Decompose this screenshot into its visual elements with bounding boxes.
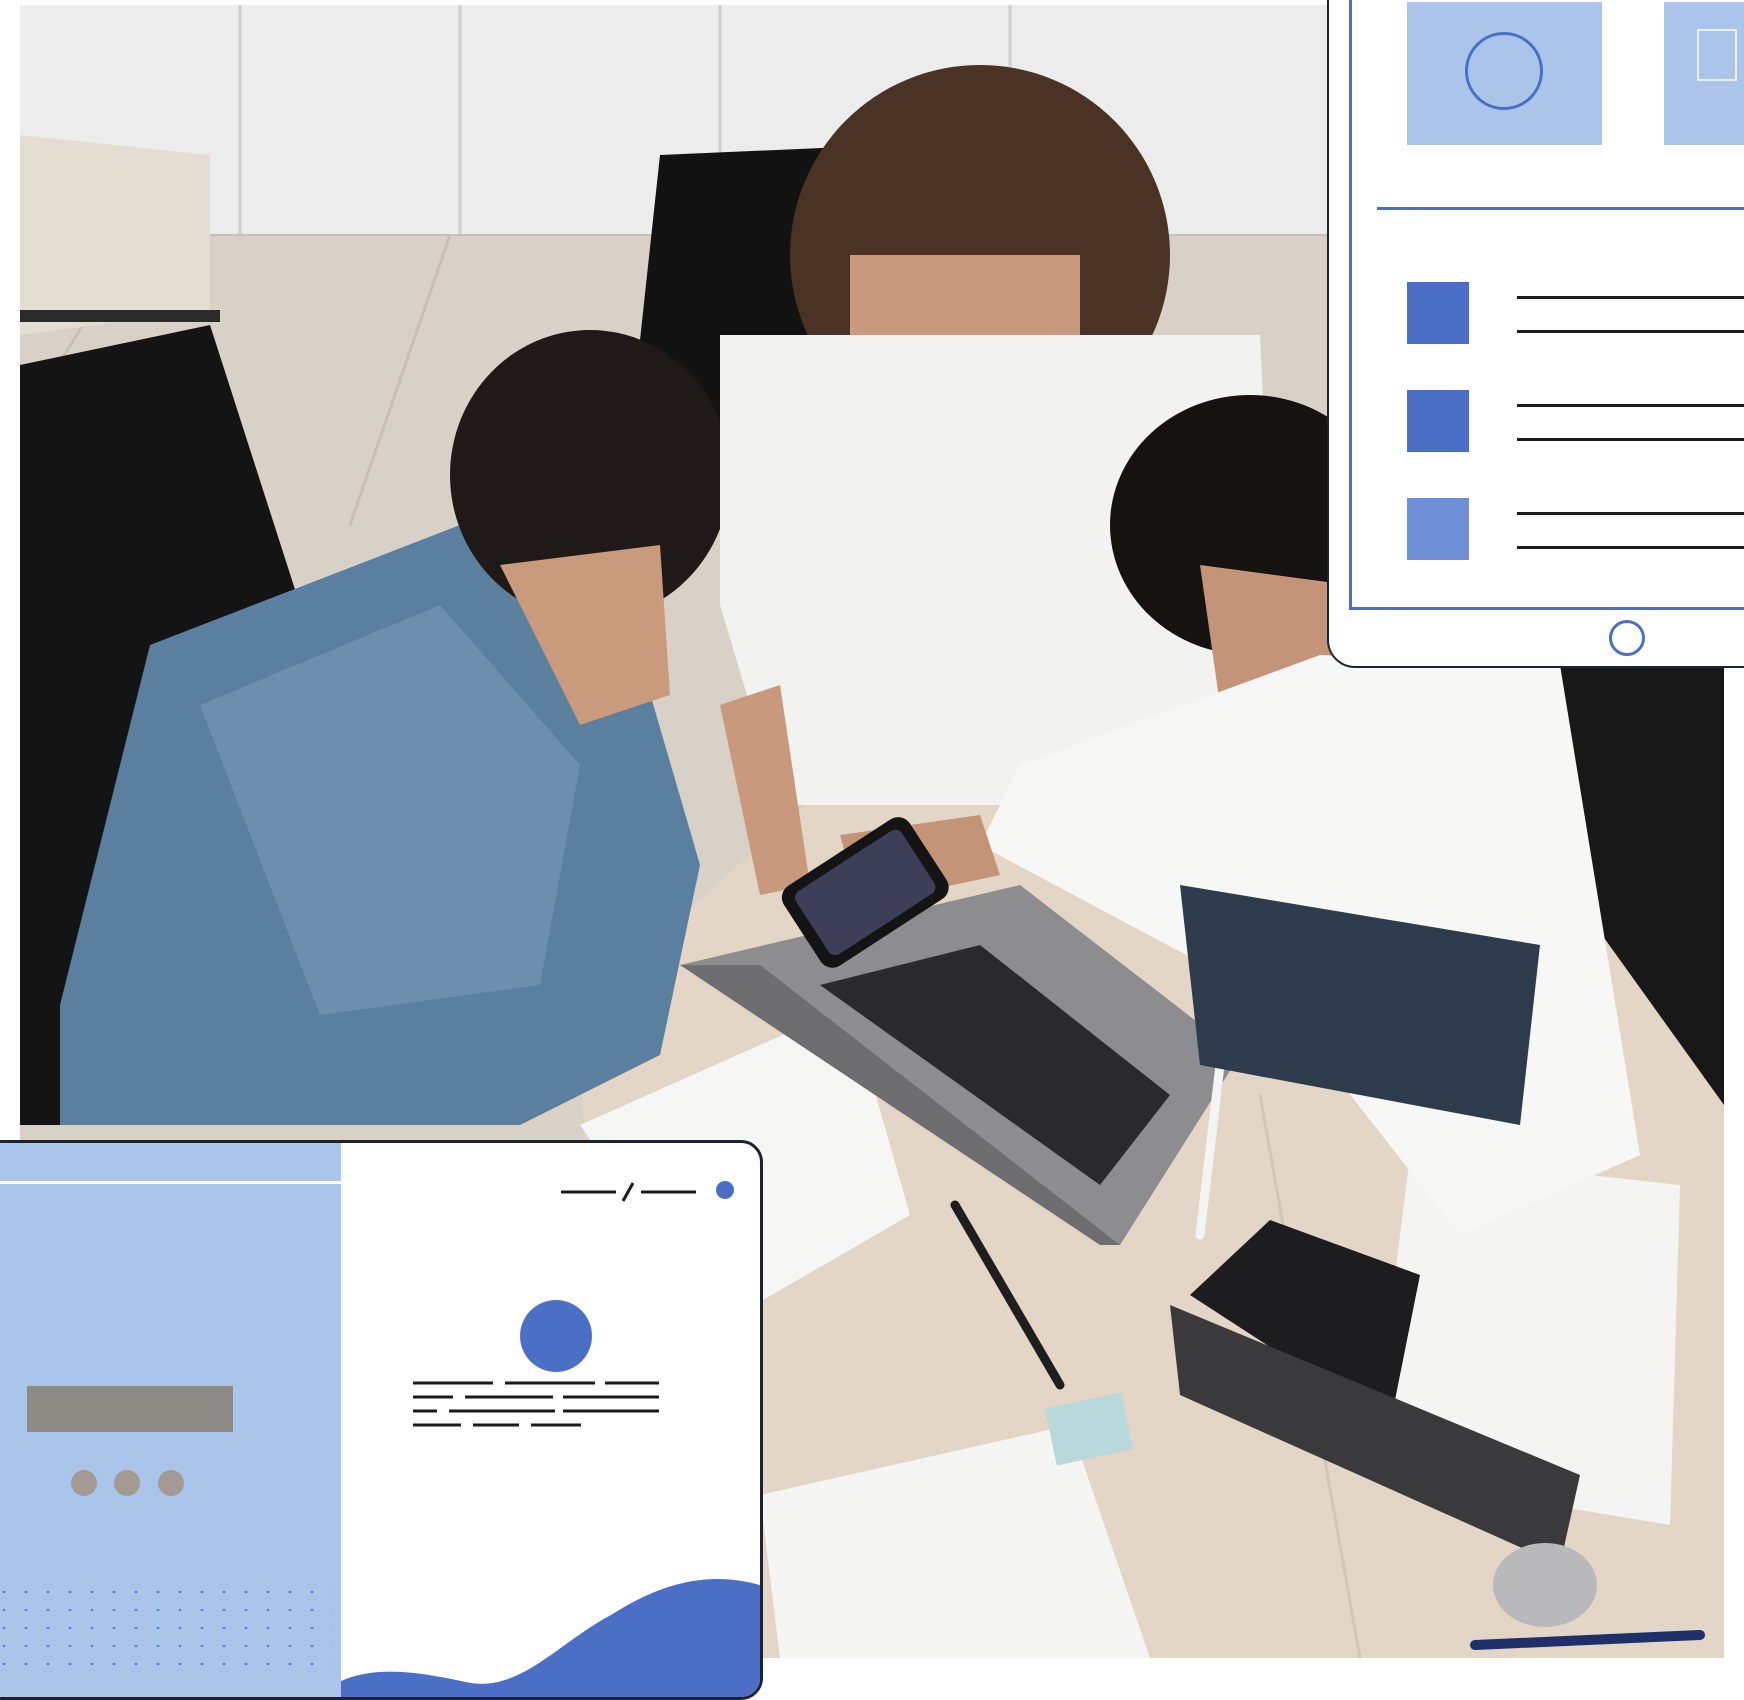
tablet-list-item: [1407, 498, 1744, 560]
text-line: [1517, 296, 1744, 299]
tablet-divider: [1377, 207, 1744, 210]
mockup-sidebar: [0, 1143, 341, 1697]
text-line: [1517, 512, 1744, 515]
list-item-icon: [1407, 498, 1469, 560]
tablet-list-item: [1407, 282, 1744, 344]
home-button-icon: [1609, 620, 1645, 656]
status-dot: [716, 1181, 734, 1199]
text-line: [1517, 404, 1744, 407]
tablet-screen: [1349, 0, 1744, 610]
pagination-dot: [114, 1470, 140, 1496]
list-item-icon: [1407, 282, 1469, 344]
wave-shape: [341, 1579, 760, 1697]
sidebar-divider: [0, 1181, 341, 1184]
circle-icon: [1465, 32, 1543, 110]
list-item-icon: [1407, 390, 1469, 452]
tablet-image-card: [1664, 2, 1744, 145]
frame-icon: [1697, 29, 1737, 81]
laptop-mockup: [0, 1140, 763, 1700]
text-line: [1517, 438, 1744, 441]
pagination-dot: [71, 1470, 97, 1496]
tablet-image-card: [1407, 2, 1602, 145]
pagination-dot: [158, 1470, 184, 1496]
text-line: [1517, 546, 1744, 549]
text-line: [1517, 330, 1744, 333]
slash-divider-icon: [561, 1182, 696, 1202]
tablet-mockup: [1327, 0, 1744, 668]
text-lines: [413, 1381, 659, 1427]
tablet-list-item: [1407, 390, 1744, 452]
image-thumbnail: [27, 1386, 233, 1432]
dot-pattern: [0, 1583, 333, 1673]
avatar: [520, 1300, 592, 1372]
